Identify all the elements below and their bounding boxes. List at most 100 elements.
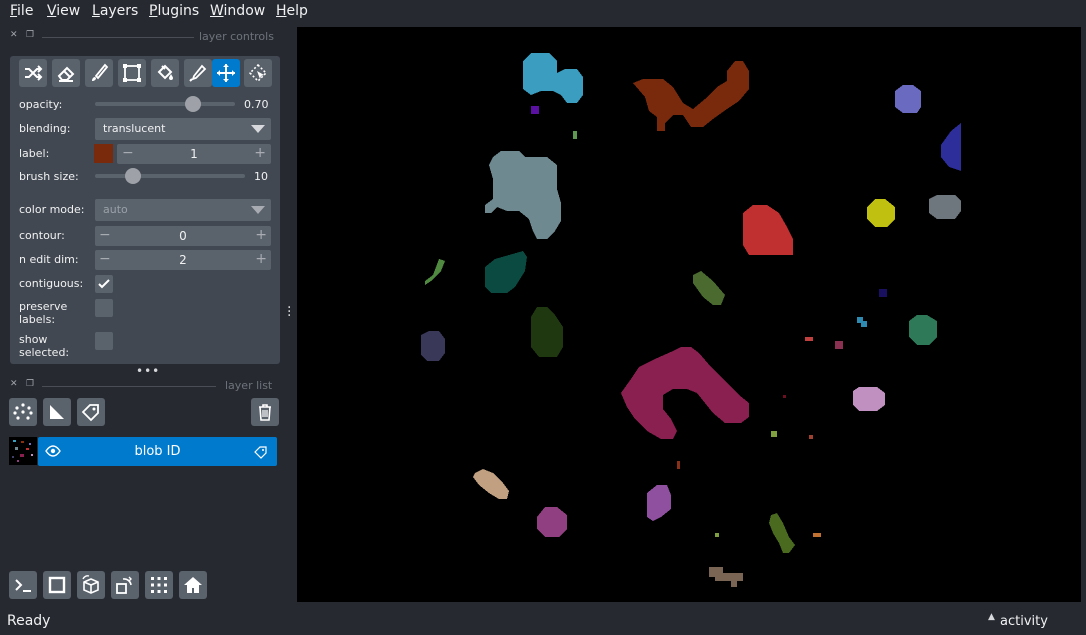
menu-help[interactable]: Help <box>276 3 308 19</box>
n-edit-dim-value: 2 <box>179 253 187 267</box>
paintbrush-button[interactable] <box>85 59 113 87</box>
brush-size-slider-handle[interactable] <box>124 168 141 184</box>
panel-splitter-handle[interactable]: ••• <box>136 364 160 378</box>
opacity-slider-handle[interactable] <box>185 96 201 112</box>
preserve-labels-checkbox[interactable] <box>95 299 113 317</box>
label-color-swatch[interactable] <box>94 144 113 163</box>
home-button[interactable] <box>179 571 207 599</box>
opacity-label: opacity: <box>19 98 63 111</box>
close-dock-icon[interactable]: ✕ <box>10 379 18 389</box>
color-mode-dropdown[interactable]: auto <box>95 199 271 221</box>
show-selected-label: show selected: <box>19 333 70 359</box>
color-picker-icon <box>189 64 207 82</box>
header-divider <box>42 386 216 387</box>
label-value: 1 <box>190 147 198 161</box>
layer-list-header: ✕ ❐ layer list <box>10 379 280 393</box>
contiguous-label: contiguous: <box>19 277 84 290</box>
select-button[interactable] <box>244 59 272 87</box>
shuffle-button[interactable] <box>19 59 47 87</box>
grid-mode-button[interactable] <box>145 571 173 599</box>
blending-value: translucent <box>103 122 166 135</box>
float-dock-icon[interactable]: ❐ <box>26 379 34 389</box>
menu-file[interactable]: File <box>10 3 33 19</box>
new-points-layer-icon <box>13 403 33 420</box>
fill-bucket-button[interactable] <box>151 59 179 87</box>
eraser-icon <box>57 66 75 82</box>
layer-thumbnail <box>9 437 37 465</box>
roll-dims-button[interactable] <box>77 571 105 599</box>
grid-mode-icon <box>151 577 167 593</box>
menu-layers[interactable]: Layers <box>92 3 138 19</box>
viewer-canvas[interactable] <box>297 27 1081 602</box>
pan-zoom-button[interactable] <box>212 59 240 87</box>
console-button[interactable] <box>9 571 37 599</box>
close-dock-icon[interactable]: ✕ <box>10 30 18 40</box>
labels-layer-type-icon <box>254 446 267 459</box>
roll-dims-icon <box>82 575 99 594</box>
menu-view[interactable]: View <box>47 3 80 19</box>
transpose-icon <box>116 576 132 594</box>
dock-resize-handle[interactable]: · · · <box>287 301 293 323</box>
transform-icon <box>123 64 141 82</box>
home-icon <box>184 577 202 593</box>
color-mode-label: color mode: <box>19 203 85 216</box>
label-label: label: <box>19 147 50 160</box>
n-edit-dim-label: n edit dim: <box>19 253 79 266</box>
shuffle-icon <box>25 65 43 81</box>
eraser-button[interactable] <box>52 59 80 87</box>
delete-layer-button[interactable] <box>251 398 279 426</box>
new-shapes-layer-icon <box>50 405 64 419</box>
layer-item-blob-id[interactable]: blob ID <box>38 437 277 466</box>
layer-name: blob ID <box>134 444 181 459</box>
transform-button[interactable] <box>118 59 146 87</box>
header-divider <box>42 37 194 38</box>
menu-file-rest: ile <box>17 3 34 19</box>
new-points-layer-button[interactable] <box>9 398 37 426</box>
layer-list-title: layer list <box>225 379 273 392</box>
pan-zoom-icon <box>217 64 235 82</box>
new-labels-layer-button[interactable] <box>77 398 105 426</box>
label-spinbox[interactable]: − 1 + <box>117 144 271 164</box>
checkmark-icon <box>98 279 110 289</box>
menu-bar: File View Layers Plugins Window Help <box>0 0 1086 24</box>
blending-label: blending: <box>19 122 71 135</box>
increment-icon[interactable]: + <box>254 145 266 161</box>
fill-bucket-icon <box>157 64 173 80</box>
chevron-down-icon <box>251 125 265 133</box>
status-text: Ready <box>7 613 51 629</box>
color-mode-value: auto <box>103 203 128 216</box>
transpose-button[interactable] <box>111 571 139 599</box>
show-selected-checkbox[interactable] <box>95 332 113 350</box>
toggle-2d-3d-button[interactable] <box>43 571 71 599</box>
delete-layer-icon <box>259 404 271 421</box>
menu-window[interactable]: Window <box>210 3 265 19</box>
contour-label: contour: <box>19 229 65 242</box>
new-labels-layer-icon <box>81 404 99 422</box>
chevron-up-icon: ▲ <box>988 612 995 622</box>
paintbrush-icon <box>92 63 109 81</box>
select-icon <box>248 63 268 83</box>
labels-image <box>421 53 961 587</box>
opacity-slider[interactable] <box>95 102 235 106</box>
brush-size-slider[interactable] <box>95 174 245 178</box>
brush-size-value: 10 <box>254 170 268 183</box>
contour-value: 0 <box>179 229 187 243</box>
contiguous-checkbox[interactable] <box>95 275 113 293</box>
status-bar: Ready ▲ activity <box>0 608 1086 635</box>
n-edit-dim-spinbox[interactable]: − 2 + <box>95 250 271 270</box>
increment-icon[interactable]: + <box>255 251 267 267</box>
brush-size-label: brush size: <box>19 170 79 183</box>
preserve-labels-label: preserve labels: <box>19 300 68 326</box>
blending-dropdown[interactable]: translucent <box>95 118 271 140</box>
color-picker-button[interactable] <box>184 59 212 87</box>
opacity-value: 0.70 <box>244 98 269 111</box>
menu-plugins[interactable]: Plugins <box>149 3 199 19</box>
layer-controls-header: ✕ ❐ layer controls <box>10 30 280 44</box>
contour-spinbox[interactable]: − 0 + <box>95 226 271 246</box>
new-shapes-layer-button[interactable] <box>43 398 71 426</box>
float-dock-icon[interactable]: ❐ <box>26 30 34 40</box>
increment-icon[interactable]: + <box>255 227 267 243</box>
console-icon <box>15 579 31 592</box>
activity-toggle[interactable]: activity <box>1000 614 1048 629</box>
toggle-2d-3d-icon <box>48 576 66 594</box>
